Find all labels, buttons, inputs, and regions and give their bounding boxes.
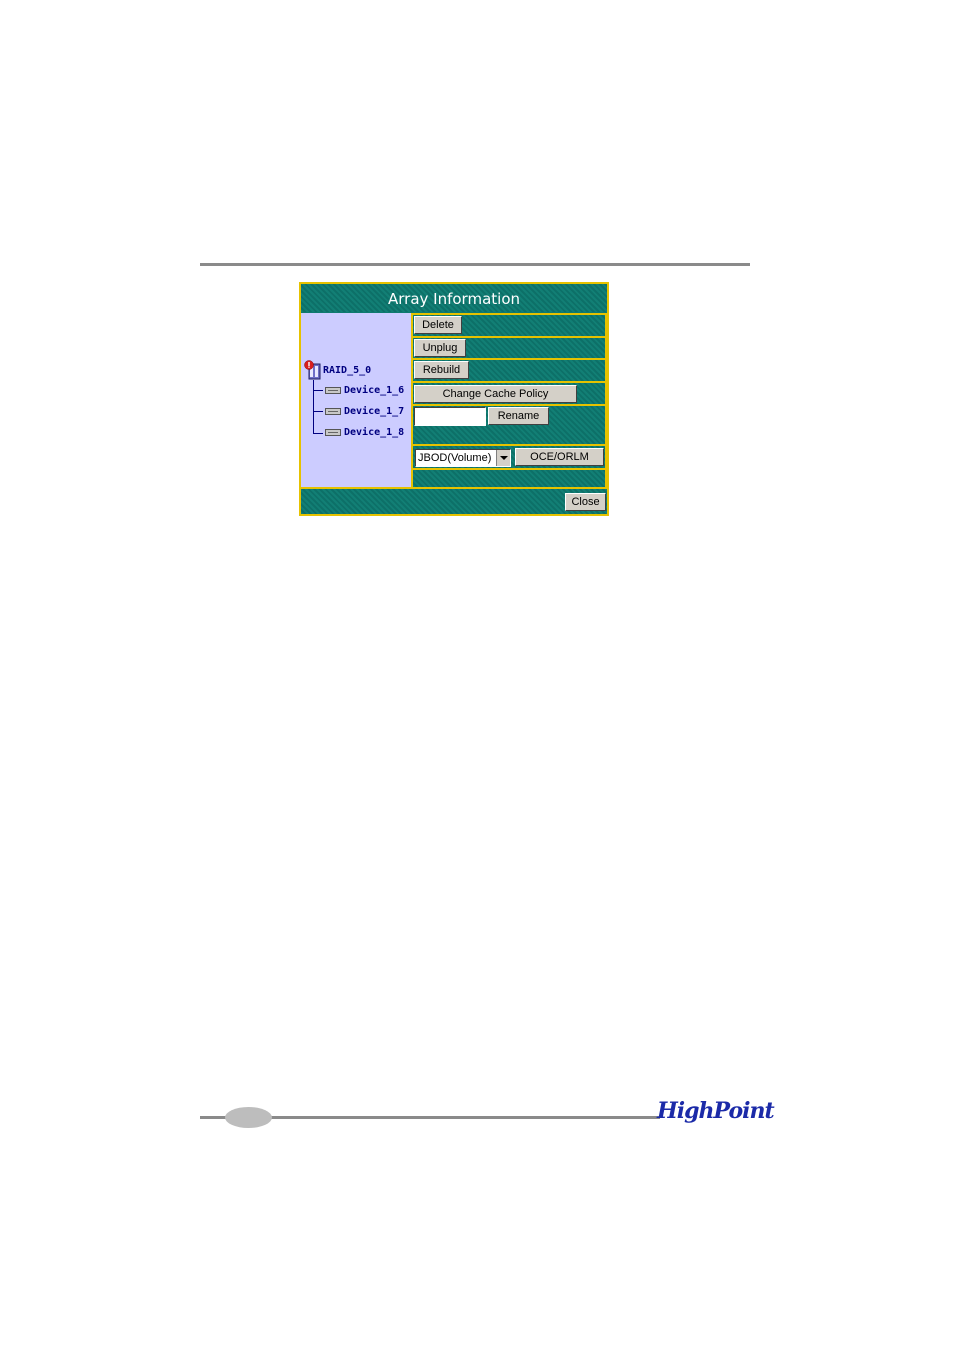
raid-array-icon[interactable] xyxy=(304,360,322,380)
disk-icon xyxy=(325,429,341,436)
change-cache-policy-button[interactable]: Change Cache Policy xyxy=(414,385,577,403)
disk-icon xyxy=(325,387,341,394)
array-tree: RAID_5_0 Device_1_6 Device_1_7 Device_1_… xyxy=(301,313,411,487)
tree-item-device[interactable]: Device_1_6 xyxy=(344,385,404,396)
action-row-cache-policy: Change Cache Policy xyxy=(413,383,605,406)
disk-icon xyxy=(325,408,341,415)
highpoint-logo: HighPoint xyxy=(657,1098,775,1124)
action-row-oce: JBOD(Volume) OCE/ORLM xyxy=(413,446,605,470)
action-row-unplug: Unplug xyxy=(413,338,605,360)
array-information-dialog: Array Information RAID_5_0 Device_1_6 De… xyxy=(299,282,609,516)
rebuild-button[interactable]: Rebuild xyxy=(414,361,469,379)
unplug-button[interactable]: Unplug xyxy=(414,339,466,357)
action-row-rename: Rename xyxy=(413,406,605,446)
tree-connector xyxy=(313,390,323,391)
rename-input[interactable] xyxy=(414,407,486,426)
actions-pane: Delete Unplug Rebuild Change Cache Polic… xyxy=(411,313,607,487)
rename-button[interactable]: Rename xyxy=(488,407,549,425)
chevron-down-icon[interactable] xyxy=(496,450,510,466)
page-number-oval xyxy=(225,1107,272,1128)
tree-connector xyxy=(313,433,323,434)
action-row-delete: Delete xyxy=(413,313,605,338)
tree-item-device[interactable]: Device_1_7 xyxy=(344,406,404,417)
action-row-rebuild: Rebuild xyxy=(413,360,605,383)
header-rule xyxy=(200,263,750,266)
dialog-footer: Close xyxy=(301,487,607,514)
tree-connector xyxy=(313,411,323,412)
tree-connector xyxy=(313,380,314,434)
array-type-selected: JBOD(Volume) xyxy=(418,452,492,464)
close-button[interactable]: Close xyxy=(565,493,606,511)
tree-item-device[interactable]: Device_1_8 xyxy=(344,427,404,438)
delete-button[interactable]: Delete xyxy=(414,316,462,334)
array-type-select[interactable]: JBOD(Volume) xyxy=(415,449,511,467)
tree-item-raid-array[interactable]: RAID_5_0 xyxy=(323,365,371,376)
dialog-title: Array Information xyxy=(301,284,607,312)
oce-orlm-button[interactable]: OCE/ORLM xyxy=(515,448,604,466)
